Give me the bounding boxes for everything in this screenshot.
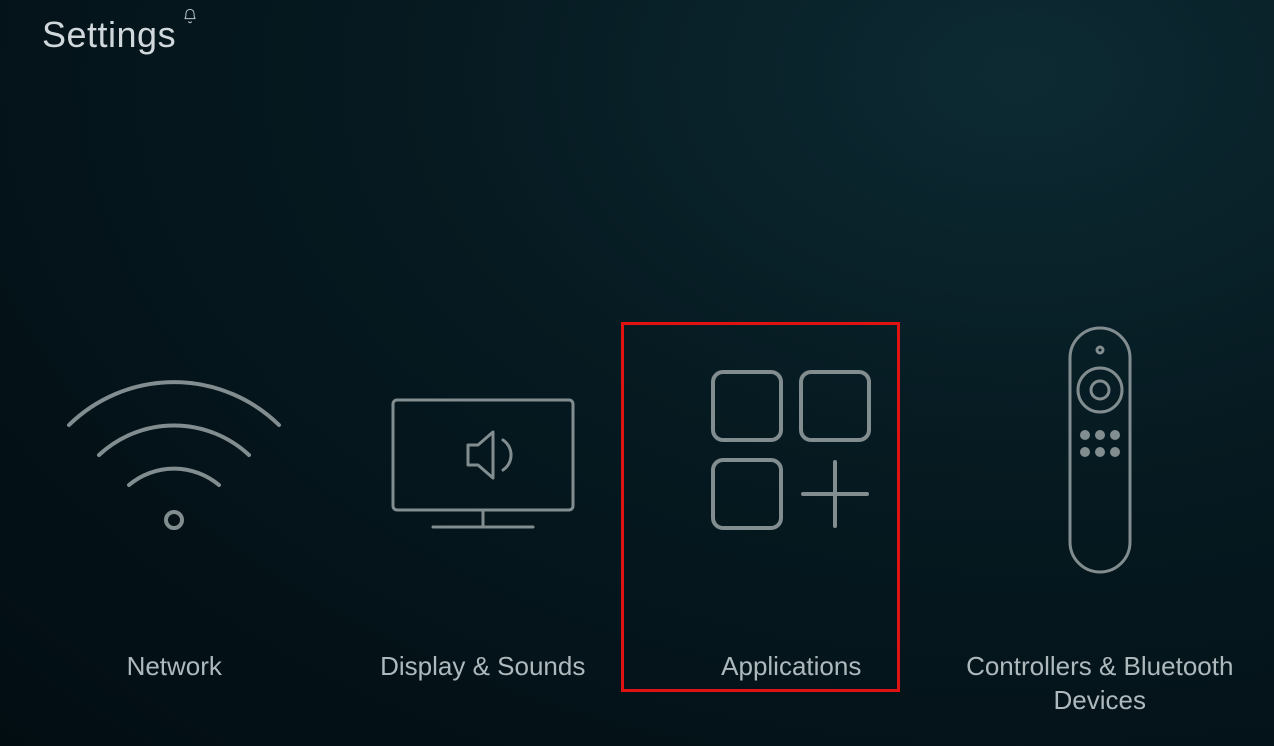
notification-bell-icon[interactable] — [182, 8, 198, 29]
apps-icon — [651, 320, 931, 580]
tile-label: Network — [127, 650, 222, 684]
tile-label: Controllers & Bluetooth Devices — [960, 650, 1240, 718]
tile-label: Display & Sounds — [380, 650, 585, 684]
wifi-icon — [34, 320, 314, 580]
tv-sound-icon — [343, 320, 623, 580]
tile-applications[interactable]: Applications — [651, 320, 931, 684]
remote-icon — [960, 320, 1240, 580]
settings-tiles-row: Network Display & Sounds Applicati — [0, 320, 1274, 718]
tile-controllers-bluetooth[interactable]: Controllers & Bluetooth Devices — [960, 320, 1240, 718]
page-title: Settings — [42, 14, 176, 56]
tile-label: Applications — [721, 650, 861, 684]
header: Settings — [42, 14, 198, 56]
tile-network[interactable]: Network — [34, 320, 314, 684]
tile-display-sounds[interactable]: Display & Sounds — [343, 320, 623, 684]
